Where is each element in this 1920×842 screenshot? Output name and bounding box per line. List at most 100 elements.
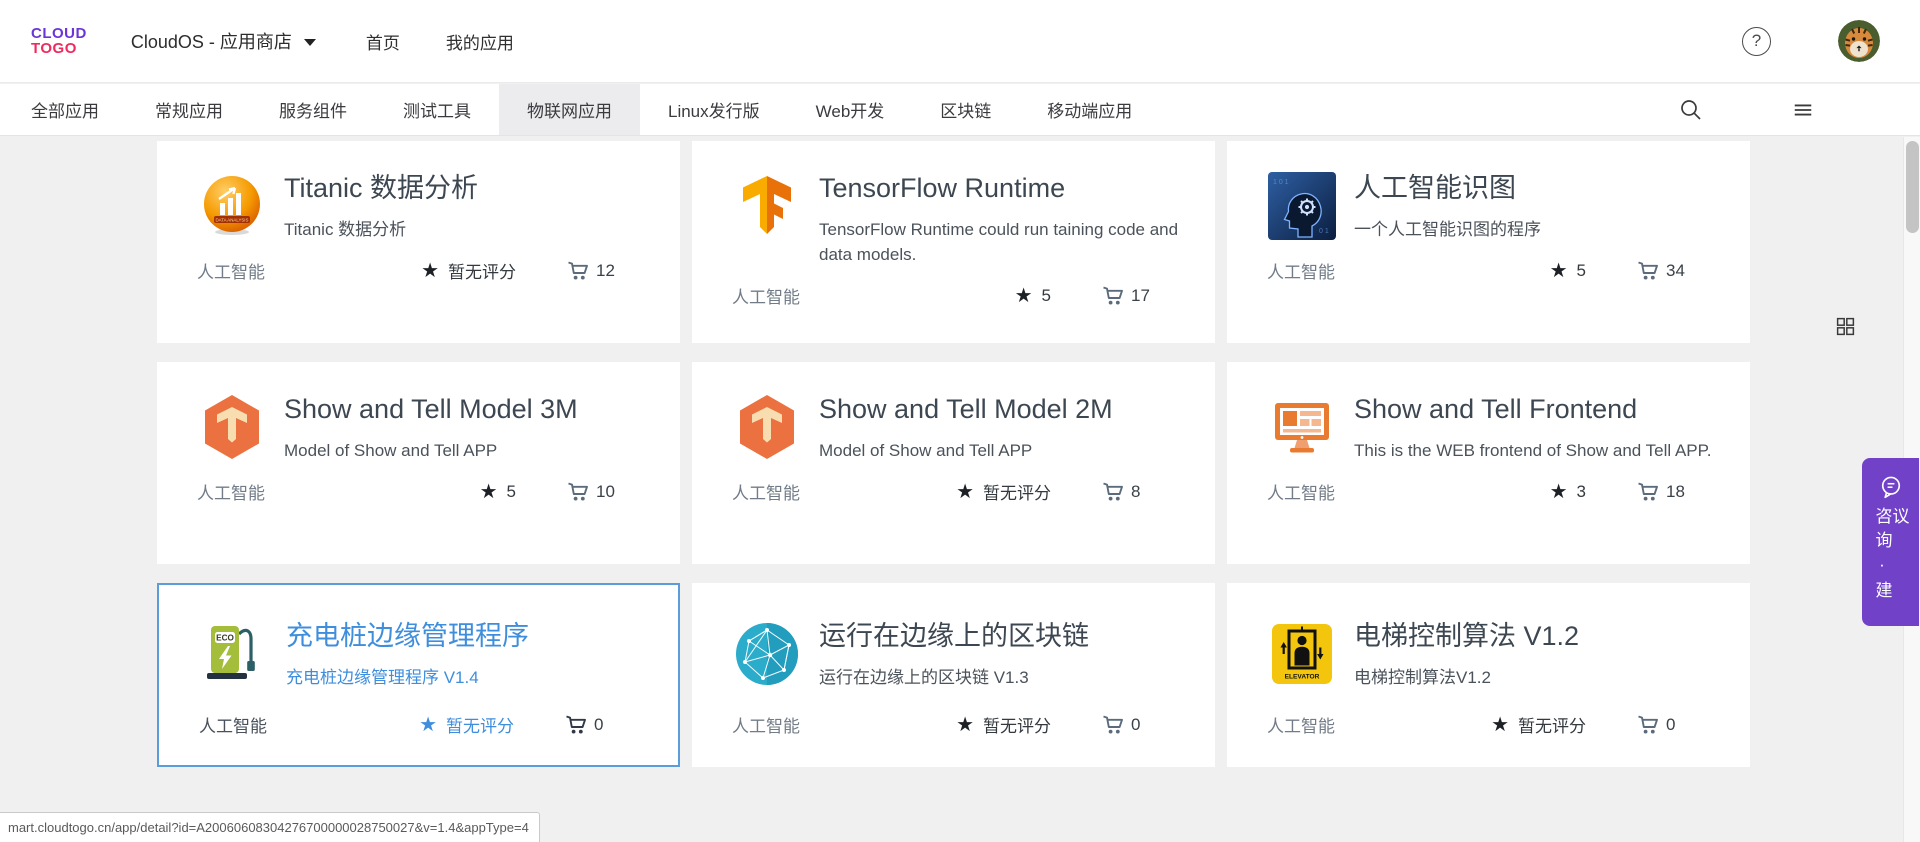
rating-text: 5 (507, 482, 516, 502)
cart-count: 10 (596, 482, 615, 502)
app-category: 人工智能 (732, 479, 800, 504)
cart-icon (566, 480, 590, 504)
rating-group: ★ 暂无评分 (956, 712, 1051, 737)
svg-text:ELEVATOR: ELEVATOR (1285, 674, 1320, 681)
rating-group: ★ 暂无评分 (419, 712, 514, 737)
tab-general-apps[interactable]: 常规应用 (127, 84, 251, 135)
cart-icon (1101, 284, 1125, 308)
nav-my-apps[interactable]: 我的应用 (446, 29, 514, 54)
ev-charger-icon: ECO (199, 619, 269, 689)
star-icon: ★ (419, 715, 437, 735)
help-icon[interactable]: ? (1742, 27, 1771, 56)
app-card-ai-vision[interactable]: 1 0 1 0 1 人工智能识图 一个人工智能识图的程序 人工智能 (1227, 141, 1750, 343)
tab-blockchain[interactable]: 区块链 (912, 84, 1019, 135)
rating-text: 5 (1042, 286, 1051, 306)
cart-group: 0 (1101, 713, 1171, 737)
cart-icon (1636, 480, 1660, 504)
cart-group: 17 (1101, 284, 1171, 308)
cart-count: 0 (594, 715, 603, 735)
app-subtitle: 电梯控制算法V1.2 (1354, 665, 1579, 690)
scrollbar-thumb[interactable] (1906, 141, 1919, 233)
app-title: 电梯控制算法 V1.2 (1354, 619, 1579, 653)
tab-all-apps[interactable]: 全部应用 (3, 84, 127, 135)
app-subtitle: 充电桩边缘管理程序 V1.4 (286, 665, 529, 690)
app-category: 人工智能 (197, 258, 265, 283)
tab-linux-distros[interactable]: Linux发行版 (640, 84, 788, 135)
app-switcher-dropdown[interactable]: CloudOS - 应用商店 (131, 28, 316, 54)
svg-text:ECO: ECO (216, 634, 234, 643)
app-card-titanic[interactable]: DATA ANALYSIS Titanic 数据分析 Titanic 数据分析 … (157, 141, 680, 343)
search-icon[interactable] (1678, 97, 1704, 123)
app-card-show-tell-3m[interactable]: Show and Tell Model 3M Model of Show and… (157, 362, 680, 564)
app-category: 人工智能 (197, 479, 265, 504)
user-avatar[interactable] (1838, 20, 1880, 62)
app-title: TensorFlow Runtime (819, 171, 1185, 205)
cart-icon (1636, 259, 1660, 283)
tensorflow-icon (732, 171, 802, 241)
consult-feedback-button[interactable]: 咨询·建议 (1862, 458, 1919, 626)
star-icon: ★ (1491, 715, 1509, 735)
app-card-elevator[interactable]: ELEVATOR 电梯控制算法 V1.2 电梯控制算法V1.2 人工智能 ★ 暂… (1227, 583, 1750, 767)
svg-text:0 1: 0 1 (1319, 228, 1329, 235)
star-icon: ★ (1550, 261, 1568, 281)
cart-count: 17 (1131, 286, 1150, 306)
consult-chat-icon (1878, 474, 1904, 499)
app-switcher-label: CloudOS - 应用商店 (131, 28, 292, 54)
category-tabbar: 全部应用 常规应用 服务组件 测试工具 物联网应用 Linux发行版 Web开发… (0, 84, 1920, 136)
app-subtitle: 运行在边缘上的区块链 V1.3 (819, 665, 1089, 690)
cart-icon (1101, 713, 1125, 737)
tab-web-dev[interactable]: Web开发 (788, 84, 913, 135)
tab-test-tools[interactable]: 测试工具 (375, 84, 499, 135)
app-category: 人工智能 (1267, 712, 1335, 737)
app-card-tensorflow-runtime[interactable]: TensorFlow Runtime TensorFlow Runtime co… (692, 141, 1215, 343)
cart-group: 10 (566, 480, 636, 504)
app-title: 人工智能识图 (1354, 171, 1541, 205)
cart-count: 0 (1131, 715, 1140, 735)
app-title: Titanic 数据分析 (284, 171, 478, 205)
app-title: Show and Tell Model 2M (819, 392, 1113, 426)
consult-button-label: 咨询·建议 (1874, 507, 1908, 626)
cart-icon (564, 713, 588, 737)
app-subtitle: 一个人工智能识图的程序 (1354, 217, 1541, 242)
cart-group: 0 (564, 713, 634, 737)
rating-text: 3 (1577, 482, 1586, 502)
app-card-edge-blockchain[interactable]: 运行在边缘上的区块链 运行在边缘上的区块链 V1.3 人工智能 ★ 暂无评分 0 (692, 583, 1215, 767)
chevron-down-icon (304, 39, 316, 46)
web-monitor-icon (1267, 392, 1337, 462)
app-card-show-tell-frontend[interactable]: Show and Tell Frontend This is the WEB f… (1227, 362, 1750, 564)
app-card-show-tell-2m[interactable]: Show and Tell Model 2M Model of Show and… (692, 362, 1215, 564)
app-title: Show and Tell Model 3M (284, 392, 578, 426)
app-category: 人工智能 (732, 283, 800, 308)
app-category: 人工智能 (732, 712, 800, 737)
blockchain-icon (732, 619, 802, 689)
cart-count: 12 (596, 261, 615, 281)
cloudtogo-logo[interactable]: CLOUD TOGO (31, 26, 87, 56)
tab-iot-apps[interactable]: 物联网应用 (499, 84, 640, 135)
svg-text:DATA ANALYSIS: DATA ANALYSIS (216, 217, 249, 222)
star-icon: ★ (1015, 286, 1033, 306)
app-title: Show and Tell Frontend (1354, 392, 1712, 426)
tab-service-components[interactable]: 服务组件 (251, 84, 375, 135)
cart-group: 12 (566, 259, 636, 283)
tensorflow-hexagon-icon (732, 392, 802, 462)
rating-group: ★ 5 (1550, 261, 1586, 281)
cart-group: 0 (1636, 713, 1706, 737)
link-preview-statusbar: mart.cloudtogo.cn/app/detail?id=A2006060… (0, 812, 540, 842)
app-category: 人工智能 (1267, 479, 1335, 504)
app-subtitle: Model of Show and Tell APP (819, 438, 1113, 463)
app-card-ev-charger[interactable]: ECO 充电桩边缘管理程序 充电桩边缘管理程序 V1.4 人工智能 ★ 暂无评分… (157, 583, 680, 767)
rating-group: ★ 5 (1015, 286, 1051, 306)
tiger-avatar-image (1838, 20, 1880, 62)
app-card-grid: DATA ANALYSIS Titanic 数据分析 Titanic 数据分析 … (157, 141, 1750, 767)
cart-count: 18 (1666, 482, 1685, 502)
app-subtitle: Titanic 数据分析 (284, 217, 478, 242)
cart-icon (1636, 713, 1660, 737)
cart-count: 34 (1666, 261, 1685, 281)
rating-group: ★ 暂无评分 (421, 258, 516, 283)
list-view-icon[interactable] (1790, 97, 1816, 123)
tab-mobile-apps[interactable]: 移动端应用 (1019, 84, 1160, 135)
rating-group: ★ 5 (480, 482, 516, 502)
app-title: 充电桩边缘管理程序 (286, 619, 529, 653)
cart-group: 8 (1101, 480, 1171, 504)
nav-home[interactable]: 首页 (366, 29, 400, 54)
